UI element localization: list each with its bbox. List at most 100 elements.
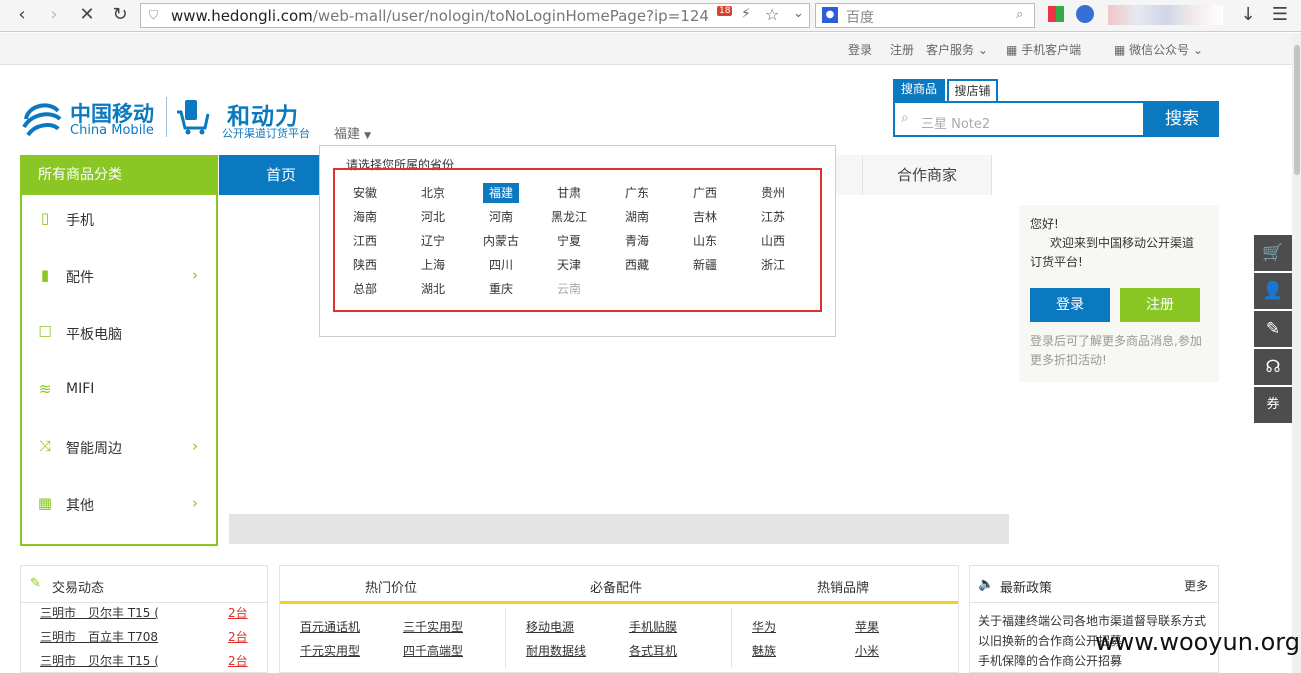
search-button[interactable]: 搜索 [1145, 101, 1219, 137]
search-icon[interactable]: ⌕ [1016, 7, 1023, 22]
province-option[interactable]: 山西 [755, 231, 791, 251]
province-option[interactable]: 安徽 [347, 183, 383, 203]
menu-icon[interactable]: ☰ [1268, 3, 1292, 27]
category-item[interactable]: ⤨ 智能周边 › [22, 420, 216, 477]
reload-icon[interactable]: ↻ [108, 3, 132, 27]
stop-icon[interactable]: ✕ [75, 3, 99, 27]
province-selector[interactable]: 福建 ▼ [334, 123, 371, 142]
province-option[interactable]: 北京 [415, 183, 451, 203]
login-button[interactable]: 登录 [1030, 288, 1110, 322]
province-option[interactable]: 重庆 [483, 279, 519, 299]
province-option[interactable]: 福建 [483, 183, 519, 203]
hot-link[interactable]: 四千高端型 [403, 642, 463, 659]
globe-icon[interactable] [1076, 5, 1094, 23]
speaker-icon: 🔈 [978, 577, 995, 592]
url-text: www.hedongli.com/web-mall/user/nologin/t… [171, 7, 709, 25]
province-option[interactable]: 河南 [483, 207, 519, 227]
province-option[interactable]: 贵州 [755, 183, 791, 203]
hot-link[interactable]: 魅族 [752, 642, 776, 659]
tab-accessories[interactable]: 必备配件 [590, 577, 642, 596]
category-item[interactable]: ☐ 平板电脑 [22, 306, 216, 363]
province-option[interactable]: 湖北 [415, 279, 451, 299]
tab-hot-price[interactable]: 热门价位 [365, 577, 417, 596]
province-option[interactable]: 河北 [415, 207, 451, 227]
download-icon[interactable]: ↓ [1236, 3, 1260, 27]
category-item[interactable]: ▮ 配件 › [22, 249, 216, 306]
edit-icon[interactable]: ✎ [1254, 311, 1292, 347]
divider [731, 608, 732, 668]
back-icon[interactable]: ‹ [10, 3, 34, 27]
apps-icon[interactable] [1048, 6, 1064, 22]
address-bar[interactable]: ⛉ www.hedongli.com/web-mall/user/nologin… [140, 3, 810, 28]
province-option[interactable]: 西藏 [619, 255, 655, 275]
all-categories-header[interactable]: 所有商品分类 [20, 155, 218, 195]
hot-link[interactable]: 手机贴膜 [629, 618, 677, 635]
hot-link[interactable]: 耐用数据线 [526, 642, 586, 659]
province-option[interactable]: 江苏 [755, 207, 791, 227]
cart-icon[interactable]: 🛒 [1254, 235, 1292, 271]
wechat-link[interactable]: ▦ 微信公众号 ⌄ [1114, 41, 1203, 58]
browser-search-placeholder: 百度 [846, 10, 874, 26]
chevron-down-icon[interactable]: ⌄ [793, 6, 804, 21]
tab-search-shops[interactable]: 搜店铺 [947, 79, 998, 101]
province-option[interactable]: 江西 [347, 231, 383, 251]
login-link[interactable]: 登录 [848, 41, 872, 58]
category-label: MIFI [66, 381, 95, 397]
province-option[interactable]: 黑龙江 [551, 207, 587, 227]
hot-link[interactable]: 苹果 [855, 618, 879, 635]
hot-link[interactable]: 各式耳机 [629, 642, 677, 659]
more-link[interactable]: 更多 [1184, 577, 1208, 594]
register-button[interactable]: 注册 [1120, 288, 1200, 322]
deal-item[interactable]: 三明市 贝尔丰 T15 ( [40, 604, 159, 621]
hot-link[interactable]: 千元实用型 [300, 642, 360, 659]
lightning-icon[interactable]: ⚡ [741, 6, 751, 22]
scrollbar-thumb[interactable] [1294, 45, 1300, 175]
province-option[interactable]: 山东 [687, 231, 723, 251]
tab-hot-brands[interactable]: 热销品牌 [817, 577, 869, 596]
tab-underline [280, 601, 958, 604]
province-option[interactable]: 海南 [347, 207, 383, 227]
province-option[interactable]: 天津 [551, 255, 587, 275]
headset-icon[interactable]: ☊ [1254, 349, 1292, 385]
province-option[interactable]: 四川 [483, 255, 519, 275]
chevron-right-icon: › [192, 437, 198, 455]
search-input[interactable]: ⌕ 三星 Note2 [893, 101, 1145, 137]
deal-item[interactable]: 三明市 贝尔丰 T15 ( [40, 652, 159, 669]
province-option[interactable]: 新疆 [687, 255, 723, 275]
province-option[interactable]: 辽宁 [415, 231, 451, 251]
province-option[interactable]: 湖南 [619, 207, 655, 227]
province-option[interactable]: 总部 [347, 279, 383, 299]
user-icon[interactable]: 👤 [1254, 273, 1292, 309]
province-option[interactable]: 宁夏 [551, 231, 587, 251]
browser-search-input[interactable]: ● 百度 ⌕ [815, 3, 1035, 28]
hot-link[interactable]: 华为 [752, 618, 776, 635]
hot-link[interactable]: 三千实用型 [403, 618, 463, 635]
province-option[interactable]: 内蒙古 [483, 231, 519, 251]
province-option[interactable]: 甘肃 [551, 183, 587, 203]
hot-link[interactable]: 移动电源 [526, 618, 574, 635]
deal-item[interactable]: 三明市 百立丰 T708 [40, 628, 158, 645]
category-item[interactable]: ▦ 其他 › [22, 477, 216, 534]
tab-search-goods[interactable]: 搜商品 [893, 79, 945, 101]
register-link[interactable]: 注册 [890, 41, 914, 58]
customer-service-link[interactable]: 客户服务 ⌄ [926, 41, 988, 58]
nav-partner[interactable]: 合作商家 [862, 155, 992, 195]
province-option[interactable]: 上海 [415, 255, 451, 275]
forward-icon[interactable]: › [42, 3, 66, 27]
province-option[interactable]: 广东 [619, 183, 655, 203]
province-option[interactable]: 浙江 [755, 255, 791, 275]
mobile-client-link[interactable]: ▦ 手机客户端 [1006, 41, 1081, 58]
policy-item[interactable]: 关于福建终端公司各地市渠道督导联系方式 [978, 612, 1206, 629]
hot-link[interactable]: 小米 [855, 642, 879, 659]
category-item[interactable]: ▯ 手机 [22, 192, 216, 249]
province-option[interactable]: 陕西 [347, 255, 383, 275]
province-option[interactable]: 青海 [619, 231, 655, 251]
mail-icon[interactable]: 18 [717, 6, 733, 16]
hot-link[interactable]: 百元通话机 [300, 618, 360, 635]
category-item[interactable]: ≋ MIFI [22, 363, 216, 420]
province-option[interactable]: 吉林 [687, 207, 723, 227]
province-option[interactable]: 广西 [687, 183, 723, 203]
coupon-icon[interactable]: 券 [1254, 387, 1292, 423]
province-option[interactable]: 云南 [551, 279, 587, 299]
star-icon[interactable]: ☆ [765, 5, 779, 24]
